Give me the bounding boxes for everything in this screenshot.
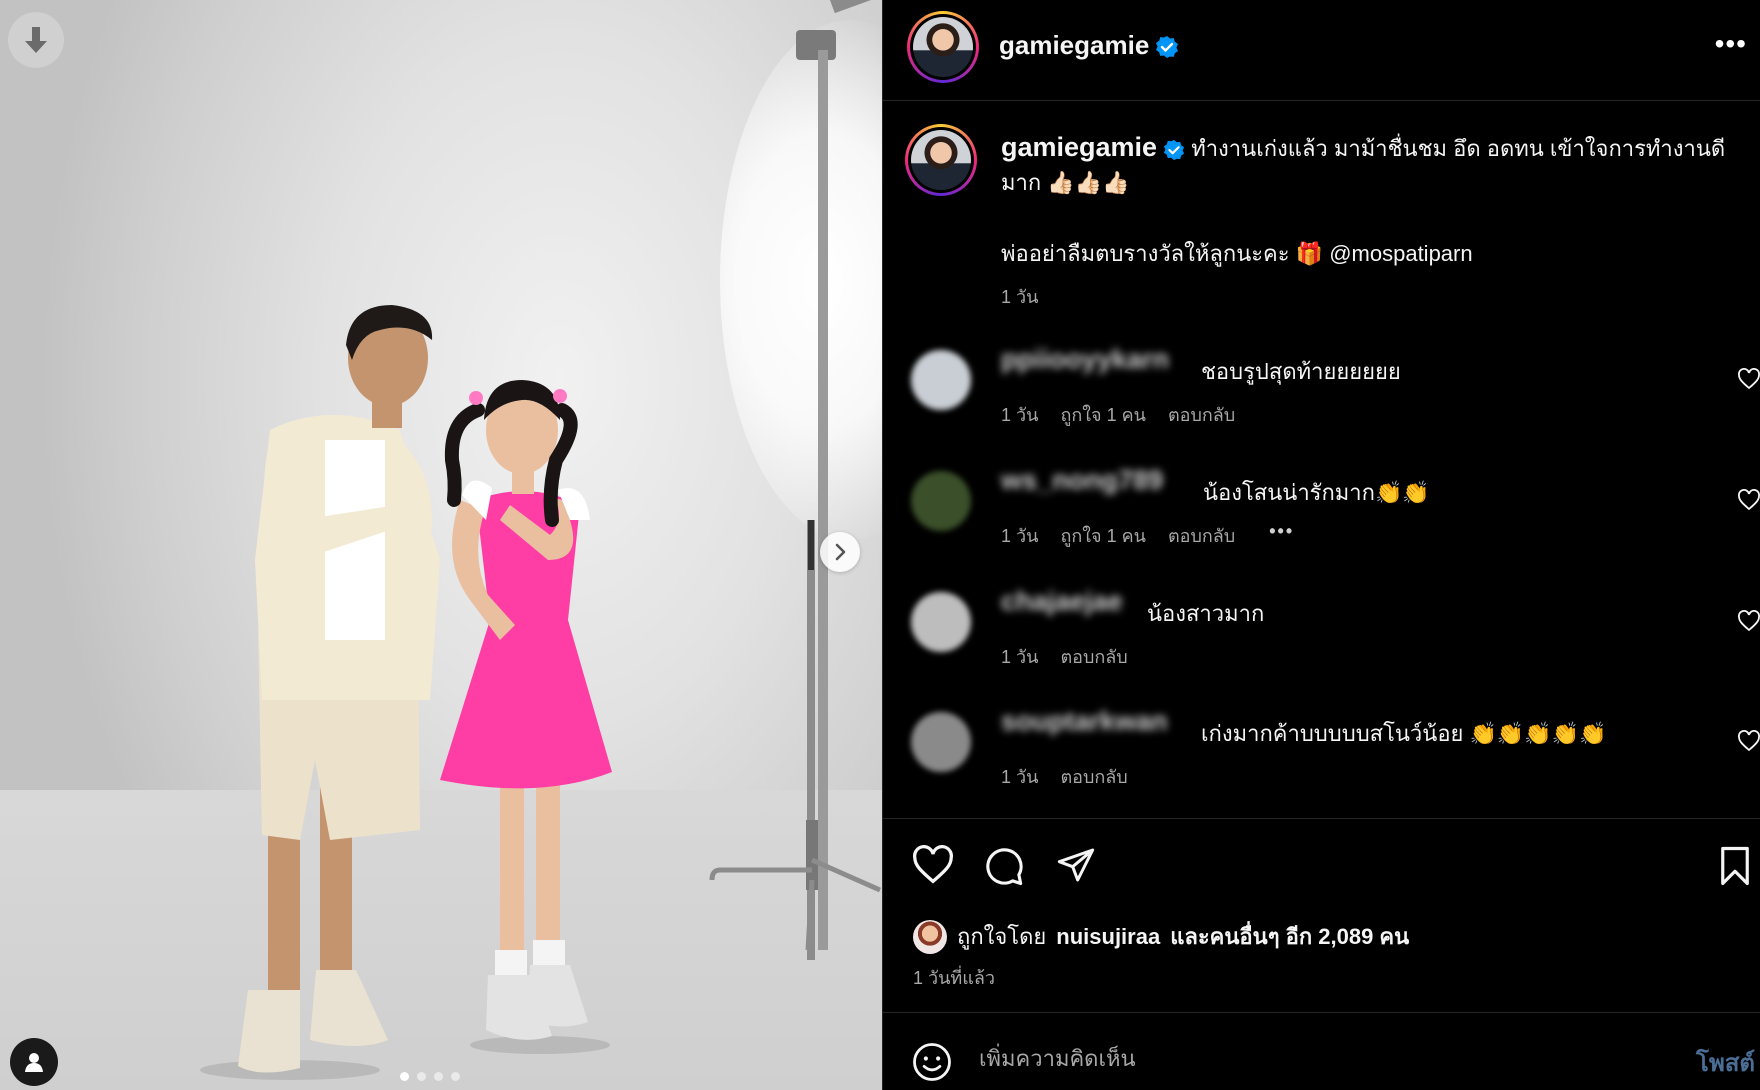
comment-text: น้องโสนน่ารักมาก👏👏 <box>1203 480 1430 505</box>
author-username[interactable]: gamiegamie <box>999 30 1149 60</box>
heart-icon[interactable] <box>911 845 955 885</box>
user-icon <box>25 1053 43 1072</box>
next-image-button[interactable] <box>820 532 860 572</box>
caption-time: 1 วัน <box>1001 287 1039 307</box>
caption-text: gamiegamie ทำงานเก่งแล้ว มาม้าชื่นชม อึด… <box>1001 130 1731 200</box>
verified-badge-icon <box>1163 140 1185 161</box>
more-options-button[interactable]: ••• <box>1715 28 1747 60</box>
comment-likes[interactable]: ถูกใจ 1 คน <box>1060 400 1146 429</box>
author-avatar[interactable] <box>907 11 979 83</box>
commenter-avatar[interactable] <box>911 471 971 531</box>
post-image[interactable] <box>0 0 882 1090</box>
comment-icon[interactable] <box>983 845 1025 887</box>
comment-meta: 1 วัน ตอบกลับ <box>1001 762 1128 791</box>
comment-time: 1 วัน <box>1001 767 1039 787</box>
comment-time: 1 วัน <box>1001 405 1039 425</box>
comment-item: souptarkwan เก่งมากค้าบบบบบสโนว์น้อย 👏👏👏… <box>883 706 1760 806</box>
commenter-avatar[interactable] <box>911 350 971 410</box>
comment-text: ชอบรูปสุดท้ายยยยยย <box>1201 359 1401 384</box>
comment-input[interactable] <box>979 1039 1599 1079</box>
commenter-username[interactable]: ws_nong789 <box>1001 465 1163 496</box>
comment-meta: 1 วัน ถูกใจ 1 คน ตอบกลับ ••• <box>1001 521 1294 550</box>
heart-icon[interactable] <box>1737 610 1760 632</box>
post-header: gamiegamie ••• <box>883 0 1760 101</box>
post-comment-button[interactable]: โพสต์ <box>1696 1043 1755 1082</box>
comment-text: น้องสาวมาก <box>1147 601 1265 626</box>
comment-time: 1 วัน <box>1001 647 1039 667</box>
photo-scene <box>200 0 882 1080</box>
liked-by-count[interactable]: และคนอื่นๆ อีก 2,089 คน <box>1170 919 1409 954</box>
liker-avatar[interactable] <box>913 919 947 954</box>
caption-second-line: พ่ออย่าลืมตบรางวัลให้ลูกนะคะ 🎁 @mospatip… <box>1001 241 1473 266</box>
carousel-dots <box>400 1072 460 1081</box>
carousel-dot <box>434 1072 443 1081</box>
reply-button[interactable]: ตอบกลับ <box>1060 762 1127 791</box>
liked-by-prefix: ถูกใจโดย <box>957 924 1047 949</box>
emoji-icon[interactable] <box>911 1041 953 1083</box>
reply-button[interactable]: ตอบกลับ <box>1168 400 1235 429</box>
heart-icon[interactable] <box>1737 730 1760 752</box>
author-username-row: gamiegamie <box>999 30 1179 61</box>
commenter-avatar[interactable] <box>911 592 971 652</box>
send-icon[interactable] <box>1055 845 1097 885</box>
comment-meta: 1 วัน ถูกใจ 1 คน ตอบกลับ <box>1001 400 1235 429</box>
chevron-right-icon <box>835 543 846 561</box>
caption-username[interactable]: gamiegamie <box>1001 132 1157 162</box>
commenter-username[interactable]: chajaejae <box>1001 586 1123 617</box>
arrow-down-icon <box>25 27 47 53</box>
reply-button[interactable]: ตอบกลับ <box>1168 521 1235 550</box>
comment-item: chajaejae น้องสาวมาก 1 วัน ตอบกลับ <box>883 586 1760 686</box>
comment-meta: 1 วัน ตอบกลับ <box>1001 642 1128 671</box>
heart-icon[interactable] <box>1737 368 1760 390</box>
carousel-dot <box>417 1072 426 1081</box>
commenter-username[interactable]: ppiiooyykarn <box>1001 344 1169 375</box>
girl-figure <box>440 380 612 1054</box>
comment-more-button[interactable]: ••• <box>1269 521 1294 550</box>
carousel-dot <box>400 1072 409 1081</box>
heart-icon[interactable] <box>1737 489 1760 511</box>
tagged-users-button[interactable] <box>10 1038 58 1086</box>
comment-composer: โพสต์ <box>883 1012 1760 1090</box>
liked-by-user[interactable]: nuisujiraa <box>1056 924 1160 950</box>
verified-badge-icon <box>1156 36 1179 59</box>
caption-avatar[interactable] <box>905 124 977 196</box>
bookmark-icon[interactable] <box>1717 845 1753 887</box>
comment-item: ws_nong789 น้องโสนน่ารักมาก👏👏 1 วัน ถูกใ… <box>883 465 1760 565</box>
comment-time: 1 วัน <box>1001 526 1039 546</box>
liked-by-row: ถูกใจโดย nuisujiraa และคนอื่นๆ อีก 2,089… <box>913 919 1409 954</box>
commenter-username[interactable]: souptarkwan <box>1001 706 1168 737</box>
post-time: 1 วันที่แล้ว <box>913 968 996 988</box>
commenter-avatar[interactable] <box>911 712 971 772</box>
man-figure <box>200 305 440 1080</box>
post-actions: ถูกใจโดย nuisujiraa และคนอื่นๆ อีก 2,089… <box>883 818 1760 1018</box>
light-stand <box>709 0 882 960</box>
carousel-dot <box>451 1072 460 1081</box>
post-side-panel: gamiegamie ••• gamiegamie ทำงานเก่งแล้ว … <box>882 0 1760 1090</box>
comment-text: เก่งมากค้าบบบบบสโนว์น้อย 👏👏👏👏👏 <box>1201 721 1607 746</box>
download-button[interactable] <box>8 12 64 68</box>
comment-likes[interactable]: ถูกใจ 1 คน <box>1060 521 1146 550</box>
reply-button[interactable]: ตอบกลับ <box>1060 642 1127 671</box>
comment-item: ppiiooyykarn ชอบรูปสุดท้ายยยยยย 1 วัน ถู… <box>883 344 1760 444</box>
